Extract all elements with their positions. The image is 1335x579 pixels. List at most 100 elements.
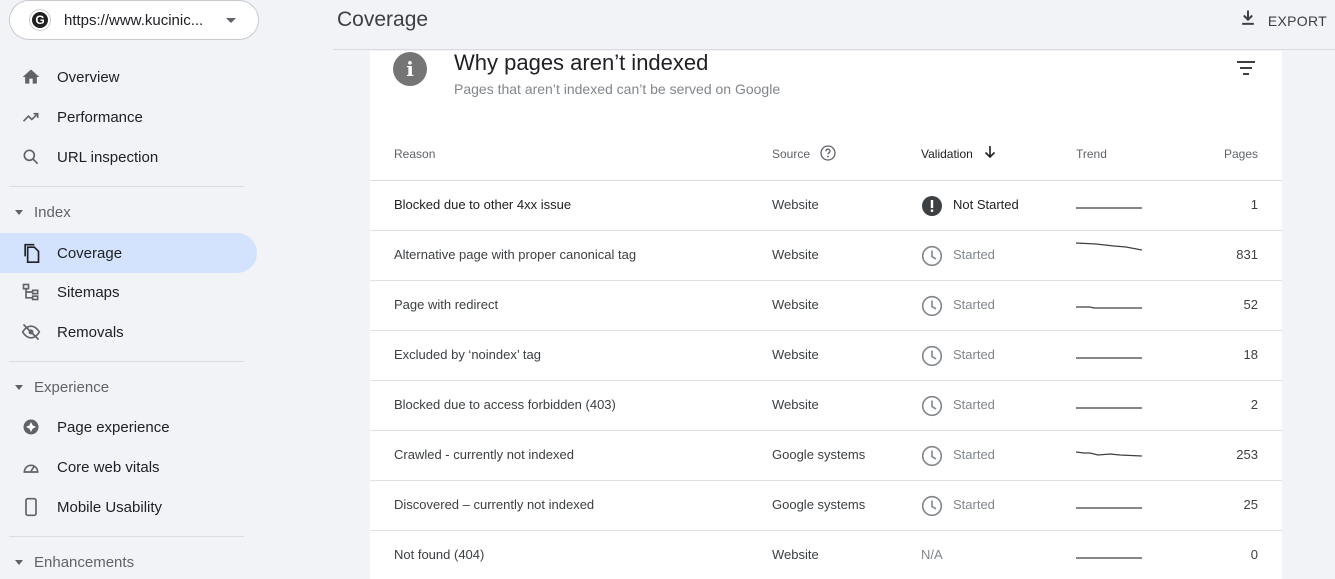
page-title: Coverage — [337, 8, 429, 31]
info-icon: i — [393, 52, 427, 86]
clock-icon — [921, 395, 943, 417]
caret-down-icon — [226, 18, 236, 23]
source-cell: Website — [772, 297, 819, 312]
nav-core-web-vitals[interactable]: Core web vitals — [0, 447, 257, 487]
table-row[interactable]: Blocked due to other 4xx issue Website Not… — [370, 181, 1282, 231]
table-row[interactable]: Crawled - currently not indexed Google sy… — [370, 431, 1282, 481]
nav-label: Removals — [57, 323, 124, 341]
column-source[interactable]: Source — [772, 147, 810, 161]
validation-status: Not Started — [953, 197, 1019, 212]
trend-sparkline — [1076, 357, 1142, 359]
trend-sparkline — [1076, 557, 1142, 559]
trend-sparkline — [1076, 507, 1142, 509]
column-validation[interactable]: Validation — [921, 147, 973, 161]
not-indexed-card: i Why pages aren’t indexed Pages that ar… — [370, 50, 1282, 579]
help-icon[interactable] — [820, 145, 836, 166]
table-row[interactable]: Blocked due to access forbidden (403) Web… — [370, 381, 1282, 431]
nav-label: Overview — [57, 68, 120, 86]
section-enhancements[interactable]: Enhancements — [0, 547, 257, 577]
validation-status: Started — [953, 297, 995, 312]
validation-status: Started — [953, 347, 995, 362]
nav-label: Page experience — [57, 418, 170, 436]
column-reason[interactable]: Reason — [394, 147, 435, 161]
table-row[interactable]: Alternative page with proper canonical t… — [370, 231, 1282, 281]
nav-sitemaps[interactable]: Sitemaps — [0, 272, 257, 312]
google-logo-icon: G — [30, 10, 50, 30]
source-cell: Google systems — [772, 497, 866, 512]
arrow-down-icon[interactable] — [984, 145, 996, 164]
trend-sparkline — [1076, 242, 1142, 251]
table-row[interactable]: Discovered – currently not indexed Google… — [370, 481, 1282, 531]
nav-page-experience[interactable]: Page experience — [0, 407, 257, 447]
nav-performance[interactable]: Performance — [0, 97, 257, 137]
file-copy-icon — [21, 243, 41, 263]
table-row[interactable]: Excluded by ‘noindex’ tag Website Started 1… — [370, 331, 1282, 381]
clock-icon — [921, 445, 943, 467]
download-icon — [1238, 8, 1258, 33]
sitemap-icon — [21, 282, 41, 302]
home-icon — [21, 67, 41, 87]
nav-url-inspection[interactable]: URL inspection — [0, 137, 257, 177]
section-experience[interactable]: Experience — [0, 372, 257, 402]
source-cell: Website — [772, 247, 819, 262]
nav-label: Sitemaps — [57, 283, 120, 301]
source-cell: Website — [772, 347, 819, 362]
table-row[interactable]: Not found (404) Website N/A 0 — [370, 531, 1282, 579]
pages-count: 25 — [1243, 497, 1258, 512]
reason-cell: Blocked due to access forbidden (403) — [394, 397, 616, 412]
validation-status: Started — [953, 247, 995, 262]
reason-cell: Blocked due to other 4xx issue — [394, 197, 572, 212]
nav-overview[interactable]: Overview — [0, 57, 257, 97]
divider — [9, 361, 244, 362]
property-url: https://www.kucinic... — [64, 11, 204, 29]
trending-up-icon — [21, 107, 41, 127]
reason-cell: Not found (404) — [394, 547, 485, 562]
nav-removals[interactable]: Removals — [0, 312, 257, 352]
nav-mobile-usability[interactable]: Mobile Usability — [0, 487, 257, 527]
section-label: Enhancements — [34, 553, 135, 571]
trend-sparkline — [1076, 207, 1142, 209]
table-row[interactable]: Page with redirect Website Started 52 — [370, 281, 1282, 331]
eye-off-icon — [21, 322, 41, 342]
reason-cell: Page with redirect — [394, 297, 499, 312]
clock-icon — [921, 295, 943, 317]
nav-label: Mobile Usability — [57, 498, 163, 516]
card-subtitle: Pages that aren’t indexed can’t be serve… — [454, 81, 781, 97]
pages-count: 1 — [1250, 197, 1258, 212]
section-label: Index — [34, 203, 71, 221]
export-button[interactable]: EXPORT — [1238, 8, 1327, 33]
page-header: Coverage EXPORT — [333, 0, 1335, 50]
section-index[interactable]: Index — [0, 197, 257, 227]
pages-count: 2 — [1250, 397, 1258, 412]
validation-status: Started — [953, 397, 995, 412]
column-pages[interactable]: Pages — [1224, 147, 1258, 161]
pages-count: 831 — [1236, 247, 1258, 262]
divider — [9, 186, 244, 187]
reason-cell: Discovered – currently not indexed — [394, 497, 595, 512]
source-cell: Website — [772, 397, 819, 412]
nav-coverage[interactable]: Coverage — [0, 233, 257, 273]
pages-count: 18 — [1243, 347, 1258, 362]
nav-label: Coverage — [57, 244, 123, 262]
validation-status: Started — [953, 497, 995, 512]
pages-count: 253 — [1236, 447, 1258, 462]
phone-icon — [21, 497, 41, 517]
clock-icon — [921, 345, 943, 367]
source-cell: Website — [772, 547, 819, 562]
trend-sparkline — [1076, 451, 1142, 457]
export-label: EXPORT — [1267, 12, 1327, 29]
validation-status: N/A — [921, 547, 943, 562]
filter-icon[interactable] — [1236, 60, 1256, 81]
clock-icon — [921, 495, 943, 517]
speed-icon — [21, 457, 41, 477]
section-label: Experience — [34, 378, 110, 396]
clock-icon — [921, 245, 943, 267]
search-icon — [21, 147, 41, 167]
nav-label: URL inspection — [57, 148, 159, 166]
property-selector[interactable]: G https://www.kucinic... — [9, 0, 259, 40]
pages-count: 0 — [1250, 547, 1258, 562]
source-cell: Website — [772, 197, 819, 212]
table-header: Reason Source Validation Trend Pages — [370, 131, 1282, 181]
card-title: Why pages aren’t indexed — [454, 50, 709, 75]
sidebar: G https://www.kucinic... Overview Perfor… — [0, 0, 270, 579]
